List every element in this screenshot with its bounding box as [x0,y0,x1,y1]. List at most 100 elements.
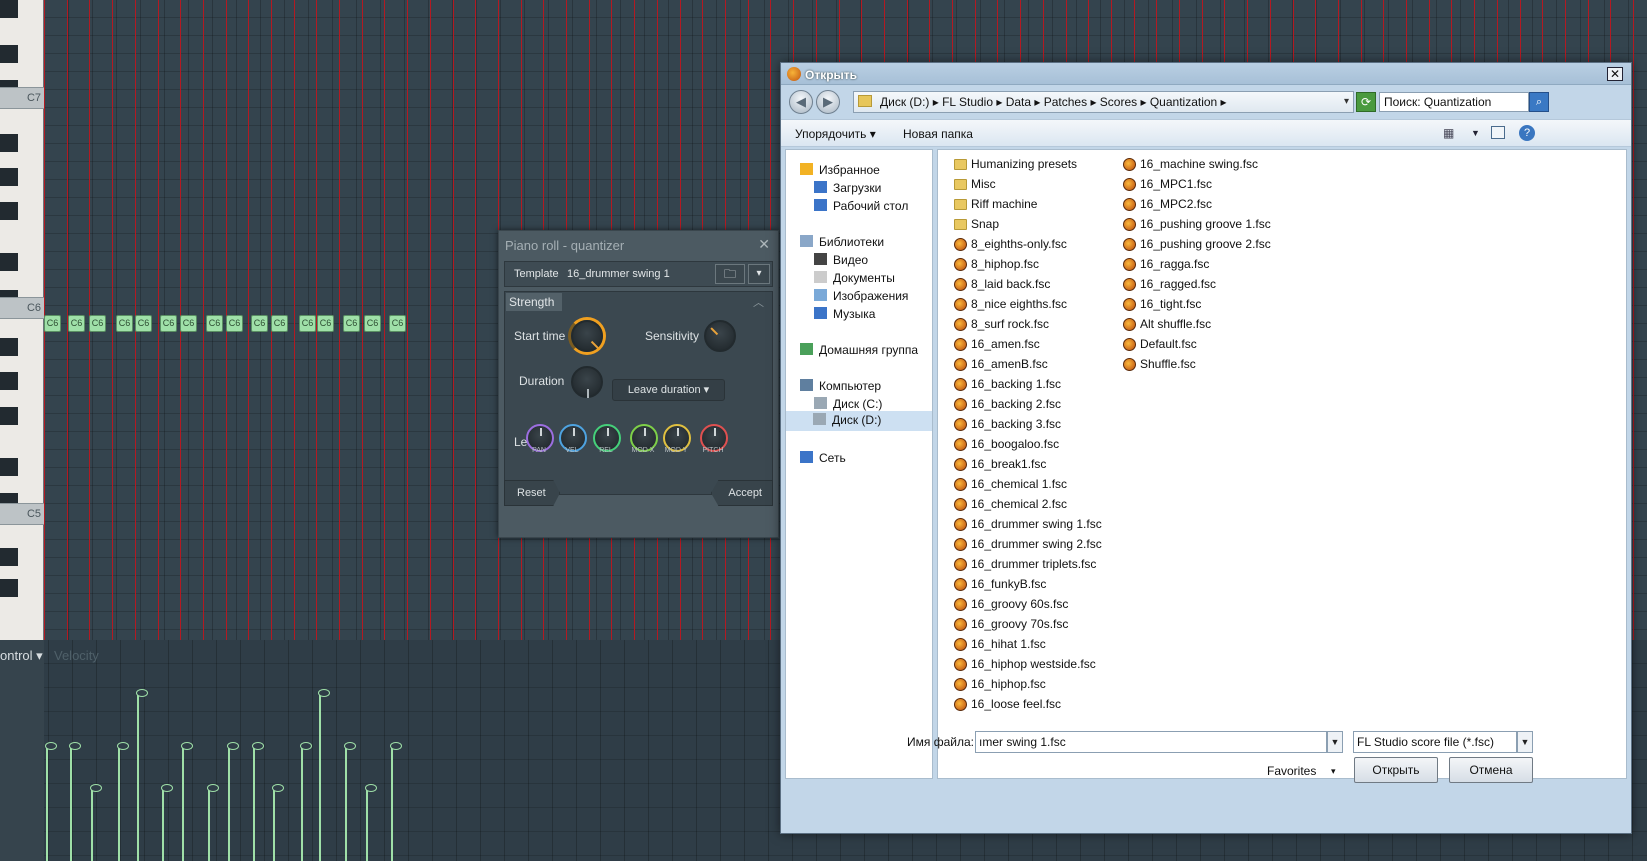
file-item[interactable]: 16_backing 1.fsc [954,374,1061,394]
file-item[interactable]: 16_chemical 2.fsc [954,494,1067,514]
black-key[interactable] [0,134,18,152]
black-key[interactable] [0,372,18,390]
folder-icon[interactable]: 🗀 [715,264,745,284]
file-item[interactable]: 8_surf rock.fsc [954,314,1049,334]
velocity-stem[interactable] [273,788,275,861]
forward-arrow-icon[interactable]: ▶ [816,90,840,114]
file-item[interactable]: 16_backing 3.fsc [954,414,1061,434]
note-block[interactable]: C6 [226,315,243,332]
note-block[interactable]: C6 [180,315,197,332]
file-item[interactable]: 16_loose feel.fsc [954,694,1061,714]
velocity-handle[interactable] [45,742,57,750]
velocity-handle[interactable] [272,784,284,792]
nav-item[interactable]: Сеть [800,451,846,465]
velocity-stem[interactable] [345,746,347,861]
nav-item[interactable]: Домашняя группа [800,343,918,357]
velocity-handle[interactable] [181,742,193,750]
black-key[interactable] [0,579,18,597]
close-icon[interactable]: ✕ [758,236,770,253]
velocity-stem[interactable] [366,788,368,861]
file-item[interactable]: 16_amenB.fsc [954,354,1048,374]
velocity-handle[interactable] [300,742,312,750]
velocity-handle[interactable] [136,689,148,697]
cancel-button[interactable]: Отмена [1449,757,1533,783]
file-item[interactable]: 16_chemical 1.fsc [954,474,1067,494]
nav-item[interactable]: Загрузки [814,181,881,195]
velocity-handle[interactable] [365,784,377,792]
note-block[interactable]: C6 [299,315,316,332]
velocity-handle[interactable] [69,742,81,750]
open-button[interactable]: Открыть [1354,757,1438,783]
file-item[interactable]: 16_ragged.fsc [1123,274,1216,294]
velocity-stem[interactable] [46,746,48,861]
nav-item[interactable]: Видео [814,253,868,267]
piano-keyboard[interactable]: C7 C6 C5 [0,0,44,640]
chevron-down-icon[interactable]: ▾ [748,264,770,284]
velocity-handle[interactable] [90,784,102,792]
velocity-handle[interactable] [344,742,356,750]
file-item[interactable]: Default.fsc [1123,334,1197,354]
note-block[interactable]: C6 [271,315,288,332]
preview-pane-icon[interactable] [1491,126,1505,139]
chevron-down-icon[interactable]: ▾ [1331,766,1336,777]
velocity-stem[interactable] [118,746,120,861]
file-item[interactable]: 16_break1.fsc [954,454,1046,474]
velocity-stem[interactable] [137,693,139,861]
note-block[interactable]: C6 [389,315,406,332]
file-item[interactable]: 16_MPC2.fsc [1123,194,1212,214]
file-item[interactable]: Alt shuffle.fsc [1123,314,1211,334]
black-key[interactable] [0,202,18,220]
velocity-handle[interactable] [117,742,129,750]
velocity-stem[interactable] [91,788,93,861]
file-item[interactable]: 16_pushing groove 1.fsc [1123,214,1271,234]
chevron-down-icon[interactable]: ▾ [1344,92,1349,112]
note-block[interactable]: C6 [206,315,223,332]
file-item[interactable]: 16_boogaloo.fsc [954,434,1059,454]
black-key[interactable] [0,45,18,63]
velocity-stem[interactable] [301,746,303,861]
file-item[interactable]: 16_ragga.fsc [1123,254,1209,274]
chevron-down-icon[interactable]: ▼ [1517,731,1533,753]
black-key[interactable] [0,168,18,186]
note-block[interactable]: C6 [251,315,268,332]
black-key[interactable] [0,407,18,425]
file-item[interactable]: 16_hiphop westside.fsc [954,654,1096,674]
file-item[interactable]: 16_drummer triplets.fsc [954,554,1096,574]
back-arrow-icon[interactable]: ◀ [789,90,813,114]
nav-item[interactable]: Избранное [800,163,880,177]
velocity-stem[interactable] [208,788,210,861]
velocity-handle[interactable] [252,742,264,750]
nav-item[interactable]: Компьютер [800,379,881,393]
black-key[interactable] [0,338,18,356]
black-key[interactable] [0,0,18,18]
organize-button[interactable]: Упорядочить ▾ [795,127,876,141]
duration-mode-select[interactable]: Leave duration ▾ [612,379,725,401]
file-item[interactable]: 16_machine swing.fsc [1123,154,1258,174]
nav-item[interactable]: Изображения [814,289,908,303]
note-block[interactable]: C6 [44,315,61,332]
chevron-down-icon[interactable]: ▼ [1471,128,1480,138]
nav-item[interactable]: Рабочий стол [814,199,908,213]
file-item[interactable]: Shuffle.fsc [1123,354,1196,374]
file-item[interactable]: Snap [954,214,999,234]
search-input[interactable]: Поиск: Quantization [1379,92,1529,112]
nav-item[interactable]: Диск (C:) [814,397,882,411]
reset-button[interactable]: Reset [504,480,560,506]
control-selector[interactable]: ontrol ▾ [0,648,43,664]
velocity-stem[interactable] [253,746,255,861]
file-item[interactable]: 16_drummer swing 1.fsc [954,514,1102,534]
velocity-stem[interactable] [70,746,72,861]
view-options-icon[interactable]: ▦ [1443,126,1454,140]
collapse-icon[interactable]: ︿ [753,294,764,310]
file-item[interactable]: Riff machine [954,194,1037,214]
note-block[interactable]: C6 [160,315,177,332]
close-icon[interactable]: ✕ [1607,67,1623,81]
velocity-handle[interactable] [390,742,402,750]
file-item[interactable]: 16_groovy 60s.fsc [954,594,1068,614]
file-item[interactable]: 8_hiphop.fsc [954,254,1039,274]
file-item[interactable]: 8_nice eighths.fsc [954,294,1067,314]
file-item[interactable]: 16_hiphop.fsc [954,674,1046,694]
chevron-down-icon[interactable]: ▼ [1327,731,1343,753]
file-item[interactable]: 16_MPC1.fsc [1123,174,1212,194]
velocity-handle[interactable] [318,689,330,697]
